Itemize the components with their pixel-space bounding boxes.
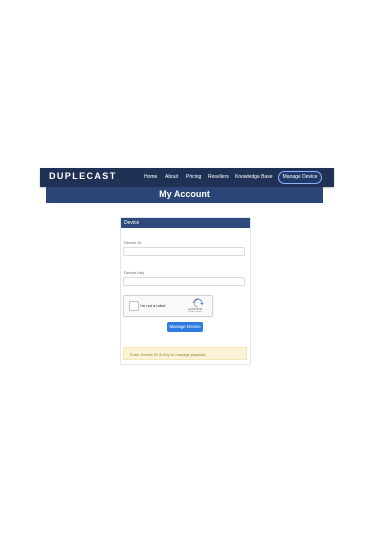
- brand-logo[interactable]: DUPLECAST: [49, 171, 117, 181]
- checkbox-icon[interactable]: [129, 301, 139, 311]
- device-id-label: Device ID: [124, 240, 142, 245]
- recaptcha-widget: I'm not a robot reCAPTCHA Privacy - Term…: [123, 295, 213, 317]
- device-key-label: Device Key: [124, 270, 145, 275]
- manage-device-nav-button[interactable]: Manage Device: [278, 171, 322, 184]
- recaptcha-links[interactable]: Privacy - Terms: [188, 311, 202, 313]
- device-id-input[interactable]: [123, 247, 245, 256]
- card-header: Device: [121, 218, 250, 228]
- alert-text: Enter Device ID & Key to manage playlist…: [130, 352, 207, 357]
- nav-resellers[interactable]: Resellers: [208, 174, 229, 180]
- device-key-input[interactable]: [123, 277, 245, 286]
- page-title: My Account: [159, 189, 210, 199]
- nav-knowledge-base[interactable]: Knowledge Base: [235, 174, 273, 180]
- recaptcha-label: I'm not a robot: [140, 303, 166, 308]
- manage-device-button[interactable]: Manage Device: [167, 322, 203, 332]
- page: DUPLECAST Home About Pricing Resellers K…: [0, 0, 375, 535]
- page-title-banner: My Account: [46, 187, 323, 203]
- device-card: Device Device ID Device Key I'm not a ro…: [120, 217, 251, 365]
- card-title: Device: [124, 220, 140, 226]
- info-alert: Enter Device ID & Key to manage playlist…: [123, 347, 247, 360]
- nav-home[interactable]: Home: [144, 174, 157, 180]
- recaptcha-icon: [192, 298, 204, 308]
- nav-pricing[interactable]: Pricing: [186, 174, 201, 180]
- top-navbar: DUPLECAST Home About Pricing Resellers K…: [40, 168, 334, 187]
- nav-about[interactable]: About: [165, 174, 178, 180]
